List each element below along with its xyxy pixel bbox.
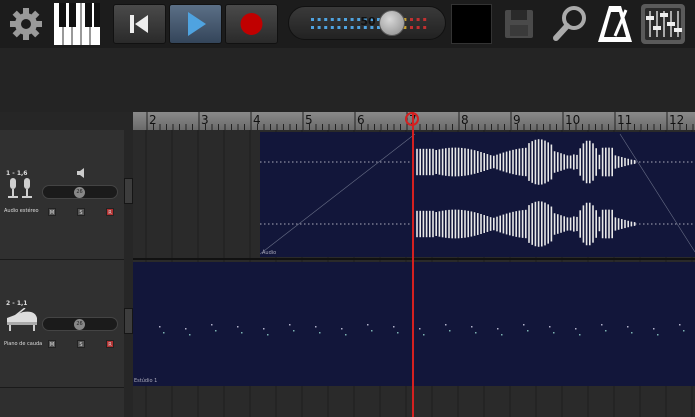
clip-label: Estúdio 1 — [134, 378, 158, 384]
clip-label: Áudio — [262, 250, 277, 256]
skip-back-icon — [130, 15, 148, 33]
mixer-button[interactable] — [641, 4, 685, 44]
track-name: Audio estéreo — [4, 208, 39, 214]
tempo-slider[interactable]: 50 — [288, 6, 446, 40]
speaker-icon — [77, 168, 84, 178]
track-resize-handle[interactable] — [124, 308, 133, 334]
playhead-marker[interactable] — [405, 112, 419, 126]
record-icon — [240, 13, 263, 35]
metronome-icon — [598, 6, 632, 42]
playhead[interactable] — [412, 112, 414, 417]
audio-clip[interactable]: Áudio — [260, 132, 695, 257]
piano-icon — [54, 3, 100, 45]
gear-icon — [10, 8, 42, 40]
audio-waveform — [260, 133, 695, 255]
piano-button[interactable] — [54, 3, 100, 45]
ruler-bar-label: 8 — [461, 113, 469, 127]
skip-back-button[interactable] — [113, 4, 166, 44]
record-button[interactable] — [225, 4, 278, 44]
search-icon — [553, 6, 586, 41]
mute-button[interactable]: M — [48, 340, 56, 348]
track-volume-slider[interactable]: 26 — [42, 317, 118, 331]
ruler-bar-label: 9 — [513, 113, 521, 127]
track-volume-value: 26 — [74, 319, 85, 330]
solo-button[interactable]: S — [77, 340, 85, 348]
track-volume-value: 26 — [74, 187, 85, 198]
track-volume-slider[interactable]: 26 — [42, 185, 118, 199]
track-color-box[interactable] — [451, 4, 492, 44]
ruler-bar-label: 10 — [565, 113, 581, 127]
play-button[interactable] — [169, 4, 222, 44]
track-number: 1 - 1,6 — [6, 170, 28, 177]
track-number: 2 - 1,1 — [6, 300, 28, 307]
settings-button[interactable] — [8, 6, 44, 42]
midi-notes — [159, 324, 685, 336]
track-header-1[interactable]: 1 - 1,6 Audio estéreo 26 M S R — [0, 130, 124, 260]
save-button[interactable] — [502, 7, 536, 41]
play-icon — [188, 12, 206, 36]
mute-button[interactable]: M — [48, 208, 56, 216]
track-resize-handle[interactable] — [124, 178, 133, 204]
search-button[interactable] — [552, 5, 588, 43]
track-header-panel: 1 - 1,6 Audio estéreo 26 M S R 2 - 1,1 P… — [0, 130, 124, 417]
ruler-bar-label: 6 — [357, 113, 365, 127]
track-name: Piano de cauda — [4, 341, 43, 347]
solo-button[interactable]: S — [77, 208, 85, 216]
tempo-value: 50 — [360, 15, 376, 28]
toolbar: 50 — [0, 0, 695, 48]
grand-piano-icon — [7, 308, 37, 331]
ruler-bar-label: 4 — [253, 113, 261, 127]
metronome-button[interactable] — [596, 4, 634, 44]
ruler-bar-label: 5 — [305, 113, 313, 127]
midi-clip[interactable]: Estúdio 1 — [133, 262, 695, 386]
mixer-icon — [641, 4, 685, 44]
track-header-2[interactable]: 2 - 1,1 Piano de cauda 26 M S R — [0, 260, 124, 388]
toolbar-subpanel — [0, 48, 695, 112]
microphone-icon — [8, 178, 32, 198]
ruler-bar-label: 2 — [149, 113, 157, 127]
ruler-bar-label: 12 — [669, 113, 685, 127]
ruler-bar-label: 11 — [617, 113, 633, 127]
record-arm-button[interactable]: R — [106, 340, 114, 348]
ruler-bar-label: 3 — [201, 113, 209, 127]
arrange-area[interactable]: Áudio Estúdio 1 — [133, 130, 695, 417]
save-icon — [505, 10, 533, 38]
record-arm-button[interactable]: R — [106, 208, 114, 216]
